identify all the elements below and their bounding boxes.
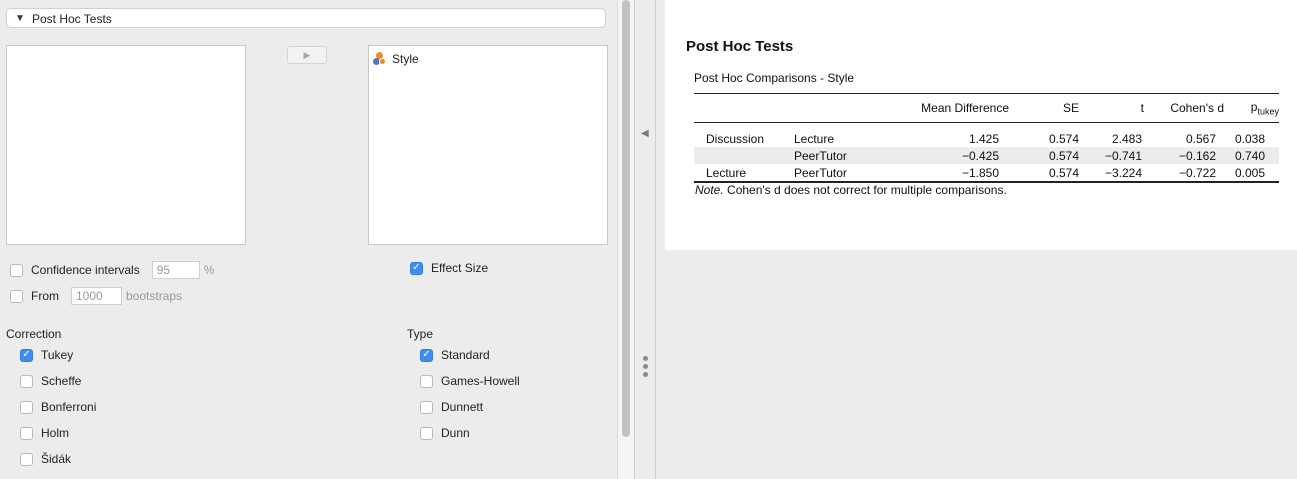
cell-cohens-d: −0.722 <box>1144 164 1224 184</box>
cell-mean-difference: −0.425 <box>874 147 1009 165</box>
checkmark-icon: ✓ <box>422 349 431 360</box>
bootstraps-suffix: bootstraps <box>126 289 183 303</box>
col-header-se: SE <box>1009 92 1079 124</box>
scrollbar-thumb[interactable] <box>622 0 630 437</box>
games-howell-checkbox[interactable] <box>420 374 433 388</box>
percent-suffix: % <box>203 263 215 277</box>
bootstrap-label: From <box>31 289 59 303</box>
standard-checkbox[interactable]: ✓ <box>420 348 433 362</box>
cell-cohens-d: 0.567 <box>1185 131 1216 146</box>
post-hoc-comparisons-table: Mean Difference SE t Cohen's d ptukey Di… <box>694 92 1279 184</box>
bootstrap-option: From bootstraps <box>10 287 182 305</box>
post-hoc-section-header[interactable]: ▼ Post Hoc Tests <box>6 8 606 28</box>
section-title: Post Hoc Tests <box>32 12 112 26</box>
games-howell-label: Games-Howell <box>441 374 520 388</box>
scheffe-checkbox[interactable] <box>20 374 33 388</box>
panel-splitter[interactable]: ◀ <box>634 0 656 479</box>
correction-bonferroni-option: Bonferroni <box>20 400 96 414</box>
available-variables-list[interactable] <box>6 45 246 245</box>
cell-p-tukey: 0.005 <box>1224 164 1279 184</box>
cell-group-b: PeerTutor <box>794 164 874 184</box>
type-games-howell-option: Games-Howell <box>420 374 520 388</box>
col-header-cohens-d: Cohen's d <box>1144 92 1224 124</box>
table-footnote: Note. Cohen's d does not correct for mul… <box>695 183 1007 197</box>
collapse-left-arrow-icon[interactable]: ◀ <box>641 128 649 139</box>
scheffe-label: Scheffe <box>41 374 82 388</box>
cell-mean-difference: 1.425 <box>968 131 999 146</box>
bonferroni-label: Bonferroni <box>41 400 97 414</box>
note-label: Note. <box>695 183 724 197</box>
tukey-checkbox[interactable]: ✓ <box>20 348 33 362</box>
correction-sidak-option: Šidák <box>20 452 71 466</box>
checkmark-icon: ✓ <box>22 349 31 360</box>
bonferroni-checkbox[interactable] <box>20 400 33 414</box>
drag-handle-icon[interactable] <box>643 356 649 380</box>
cell-cohens-d: −0.162 <box>1144 147 1224 165</box>
holm-checkbox[interactable] <box>20 426 33 440</box>
correction-group-label: Correction <box>6 327 62 341</box>
col-header-mean-difference: Mean Difference <box>874 92 1009 124</box>
correction-tukey-option: ✓ Tukey <box>20 348 73 362</box>
confidence-intervals-label: Confidence intervals <box>31 263 140 277</box>
dunn-label: Dunn <box>441 426 470 440</box>
confidence-intervals-checkbox[interactable] <box>10 263 23 277</box>
holm-label: Holm <box>41 426 70 440</box>
sidak-checkbox[interactable] <box>20 452 33 466</box>
cell-group-a: Discussion <box>706 131 765 146</box>
results-panel: Post Hoc Tests Post Hoc Comparisons - St… <box>665 0 1297 250</box>
checkmark-icon: ✓ <box>412 262 421 273</box>
type-group-label: Type <box>407 327 434 341</box>
cell-se: 0.574 <box>1009 164 1079 184</box>
cell-group-a <box>694 147 794 165</box>
effect-size-option: ✓ Effect Size <box>410 261 488 275</box>
col-header-group-a <box>694 92 794 124</box>
assign-variable-button[interactable]: ▶ <box>287 46 327 64</box>
dunnett-label: Dunnett <box>441 400 484 414</box>
col-header-p-tukey: ptukey <box>1224 92 1279 124</box>
cell-group-b: Lecture <box>794 131 835 146</box>
collapse-triangle-icon[interactable]: ▼ <box>15 13 25 24</box>
cell-group-a: Lecture <box>694 164 794 184</box>
dunn-checkbox[interactable] <box>420 426 433 440</box>
confidence-intervals-option: Confidence intervals % <box>10 261 214 279</box>
col-header-group-b <box>794 92 874 124</box>
nominal-variable-icon <box>373 52 387 66</box>
cell-se: 0.574 <box>1048 131 1079 146</box>
variable-label: Style <box>392 52 419 66</box>
correction-holm-option: Holm <box>20 426 69 440</box>
cell-t: −0.741 <box>1079 147 1144 165</box>
dunnett-checkbox[interactable] <box>420 400 433 414</box>
bootstrap-checkbox[interactable] <box>10 289 23 303</box>
type-dunnett-option: Dunnett <box>420 400 483 414</box>
results-title: Post Hoc Tests <box>686 38 794 55</box>
table-row: PeerTutor −0.425 0.574 −0.741 −0.162 0.7… <box>694 147 1279 165</box>
variable-item-style[interactable]: Style <box>373 52 419 66</box>
table-row: Lecture PeerTutor −1.850 0.574 −3.224 −0… <box>694 164 1279 184</box>
bootstrap-count-input[interactable] <box>71 287 122 305</box>
table-title: Post Hoc Comparisons - Style <box>694 71 855 85</box>
correction-scheffe-option: Scheffe <box>20 374 81 388</box>
type-dunn-option: Dunn <box>420 426 470 440</box>
sidak-label: Šidák <box>41 452 72 466</box>
cell-p-tukey: 0.038 <box>1234 131 1265 146</box>
effect-size-label: Effect Size <box>431 261 489 275</box>
confidence-level-input[interactable] <box>151 261 200 279</box>
cell-mean-difference: −1.850 <box>874 164 1009 184</box>
table-row: Discussion Lecture 1.425 0.574 2.483 0.5… <box>694 123 1279 148</box>
cell-t: 2.483 <box>1111 131 1142 146</box>
cell-p-tukey: 0.740 <box>1224 147 1279 165</box>
col-header-t: t <box>1079 92 1144 124</box>
note-text: Cohen's d does not correct for multiple … <box>723 183 1007 197</box>
options-scrollbar[interactable] <box>617 0 634 479</box>
options-panel: ▼ Post Hoc Tests ▶ Style Confidence inte… <box>0 0 617 479</box>
table-header-row: Mean Difference SE t Cohen's d ptukey <box>694 92 1279 124</box>
tukey-label: Tukey <box>41 348 74 362</box>
cell-se: 0.574 <box>1009 147 1079 165</box>
type-standard-option: ✓ Standard <box>420 348 490 362</box>
cell-t: −3.224 <box>1079 164 1144 184</box>
standard-label: Standard <box>441 348 490 362</box>
cell-group-b: PeerTutor <box>794 147 874 165</box>
effect-size-checkbox[interactable]: ✓ <box>410 261 423 275</box>
post-hoc-variables-list[interactable]: Style <box>368 45 608 245</box>
